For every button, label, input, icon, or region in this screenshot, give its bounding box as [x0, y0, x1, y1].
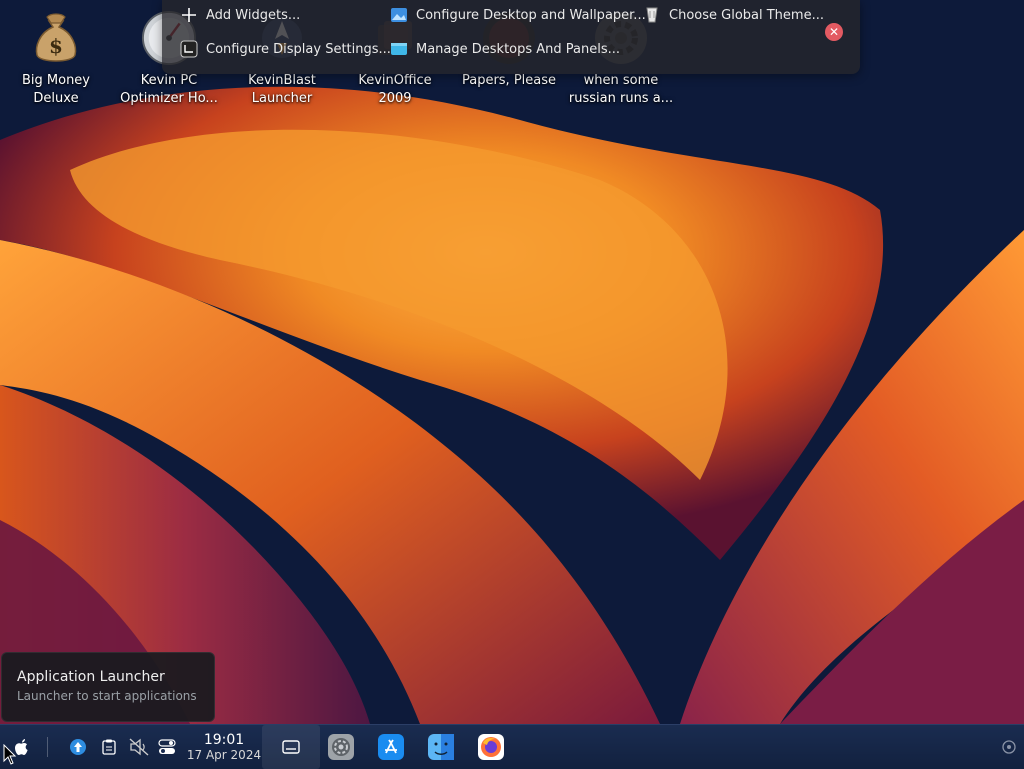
choose-global-theme-button[interactable]: Choose Global Theme...: [643, 3, 824, 27]
panel-settings-icon: [1002, 740, 1016, 754]
add-widgets-label: Add Widgets...: [206, 7, 301, 23]
mouse-cursor-icon: [3, 744, 17, 765]
add-widgets-button[interactable]: Add Widgets...: [180, 3, 300, 27]
theme-brush-icon: [643, 6, 661, 24]
desktop-icon-label: Papers, Please: [461, 73, 557, 88]
taskbar-system-settings[interactable]: [325, 725, 357, 769]
clock-time: 19:01: [203, 732, 245, 748]
desktop-icon-label: Big Money Deluxe: [21, 73, 90, 106]
close-edit-mode-button[interactable]: ✕: [825, 23, 843, 41]
desktops-panels-icon: [390, 40, 408, 58]
tooltip-title: Application Launcher: [17, 669, 165, 685]
finder-icon: [428, 734, 454, 760]
firefox-icon: [478, 734, 504, 760]
update-arrow-icon: [70, 739, 86, 755]
panel-separator: [47, 737, 48, 757]
desktop-icon-big-money[interactable]: $ Big Money Deluxe: [2, 8, 110, 108]
bottom-panel: 19:01 17 Apr 2024: [0, 724, 1024, 769]
app-store-icon: [378, 734, 404, 760]
configure-desktop-button[interactable]: Configure Desktop and Wallpaper...: [390, 3, 646, 27]
desktop-icon-label: KevinOffice 2009: [358, 73, 432, 106]
window-icon: [282, 740, 300, 754]
clipboard-icon: [102, 739, 116, 755]
volume-button[interactable]: [127, 725, 151, 769]
choose-theme-label: Choose Global Theme...: [669, 7, 824, 23]
show-desktop-button[interactable]: [262, 725, 320, 769]
configure-display-button[interactable]: Configure Display Settings...: [180, 37, 391, 61]
desktop-icon-label: KevinBlast Launcher: [248, 73, 316, 106]
controls-toggle-button[interactable]: [155, 725, 179, 769]
application-launcher-tooltip: Application Launcher Launcher to start a…: [1, 652, 215, 722]
desktop-icon-label: Kevin PC Optimizer Ho...: [120, 73, 218, 106]
manage-desktops-label: Manage Desktops And Panels...: [416, 41, 621, 57]
close-icon: ✕: [828, 25, 840, 39]
desktop-edit-toolbar: Add Widgets... Configure Display Setting…: [162, 0, 860, 74]
taskbar-firefox[interactable]: [475, 725, 507, 769]
display-settings-icon: [180, 40, 198, 58]
plus-icon: [180, 6, 198, 24]
configure-display-label: Configure Display Settings...: [206, 41, 391, 57]
money-bag-icon: $: [28, 8, 84, 68]
clipboard-button[interactable]: [97, 725, 121, 769]
taskbar-finder[interactable]: [425, 725, 457, 769]
taskbar-app-store[interactable]: [375, 725, 407, 769]
desktop-icon-label: when some russian runs a...: [568, 73, 674, 106]
clock-date: 17 Apr 2024: [186, 748, 262, 762]
toggle-switches-icon: [158, 739, 176, 754]
digital-clock[interactable]: 19:01 17 Apr 2024: [184, 732, 264, 762]
svg-text:$: $: [49, 34, 63, 58]
configure-desktop-label: Configure Desktop and Wallpaper...: [416, 7, 646, 23]
volume-muted-icon: [129, 738, 149, 756]
wallpaper-icon: [390, 6, 408, 24]
update-notifier-button[interactable]: [66, 725, 90, 769]
settings-gear-icon: [328, 734, 354, 760]
manage-desktops-button[interactable]: Manage Desktops And Panels...: [390, 37, 620, 61]
panel-configure-button[interactable]: [998, 725, 1020, 769]
tooltip-subtitle: Launcher to start applications: [17, 689, 197, 703]
